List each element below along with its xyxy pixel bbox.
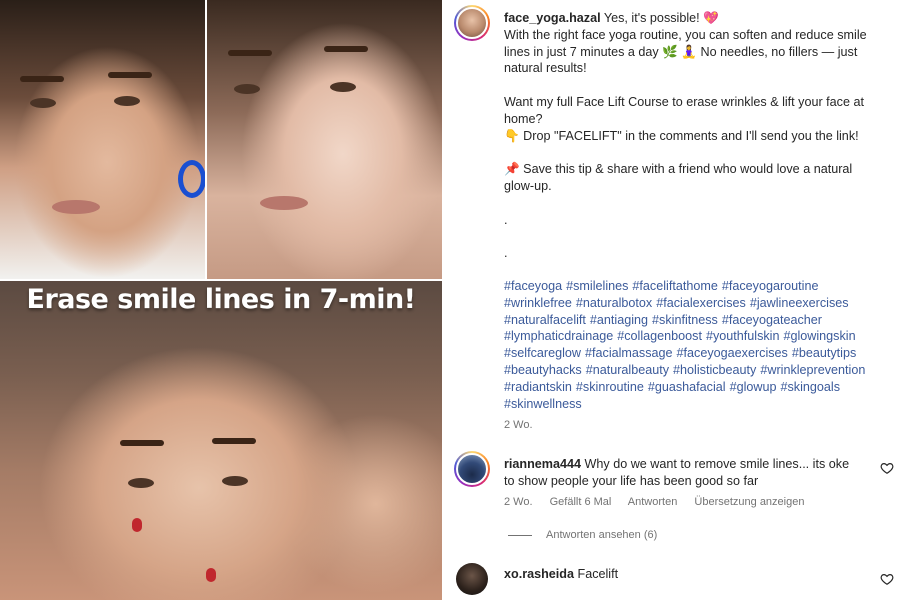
hashtag-link[interactable]: #faceliftathome xyxy=(632,279,717,293)
caption-line: 👇 Drop "FACELIFT" in the comments and I'… xyxy=(504,128,859,143)
hashtag-link[interactable]: #skinroutine xyxy=(576,380,644,394)
view-replies-label: Antworten ansehen (6) xyxy=(546,529,658,541)
hashtag-link[interactable]: #beautytips xyxy=(792,346,856,360)
hashtag-link[interactable]: #naturalbeauty xyxy=(586,363,669,377)
hashtag-link[interactable]: #antiaging xyxy=(590,313,648,327)
author-avatar[interactable] xyxy=(454,5,490,41)
nail-shape xyxy=(206,568,216,582)
overlay-title: Erase smile lines in 7-min! xyxy=(26,284,417,315)
photo-divider xyxy=(205,0,207,280)
eye-shape xyxy=(234,84,260,94)
caption-line: Want my full Face Lift Course to erase w… xyxy=(504,94,864,109)
post-caption: face_yoga.hazal Yes, it's possible! 💖 Wi… xyxy=(504,10,884,262)
hashtag-link[interactable]: #skinwellness xyxy=(504,397,582,411)
translate-button[interactable]: Übersetzung anzeigen xyxy=(694,496,804,508)
caption-gap xyxy=(504,144,884,161)
hashtag-link[interactable]: #facialexercises xyxy=(656,296,746,310)
comment-text: Why do we want to remove smile lines... … xyxy=(584,457,850,471)
hashtag-link[interactable]: #jawlineexercises xyxy=(750,296,849,310)
comment-actions: 2 Wo. Gefällt 6 Mal Antworten Übersetzun… xyxy=(504,496,818,508)
comment-line: xo.rasheida Facelift xyxy=(504,566,874,583)
eye-shape xyxy=(30,98,56,108)
reply-button[interactable]: Antworten xyxy=(628,496,678,508)
post-timestamp[interactable]: 2 Wo. xyxy=(504,419,533,431)
replies-rule xyxy=(508,534,532,536)
brow-shape xyxy=(324,46,368,52)
before-photo xyxy=(0,0,206,280)
eye-shape xyxy=(222,476,248,486)
brow-shape xyxy=(228,50,272,56)
caption-gap xyxy=(504,77,884,94)
post-media[interactable]: Erase smile lines in 7-min! xyxy=(0,0,442,600)
earring-shape xyxy=(178,160,206,198)
eye-shape xyxy=(128,478,154,488)
caption-line: lines in just 7 minutes a day 🌿 🧘‍♀️ No … xyxy=(504,44,858,59)
hashtag-link[interactable]: #faceyogaexercises xyxy=(677,346,788,360)
lips-shape xyxy=(52,200,100,214)
main-photo xyxy=(0,280,442,600)
eye-shape xyxy=(114,96,140,106)
hashtag-link[interactable]: #beautyhacks xyxy=(504,363,582,377)
photo-divider xyxy=(0,279,442,281)
commenter-avatar[interactable] xyxy=(456,563,488,595)
hashtag-link[interactable]: #naturalfacelift xyxy=(504,313,586,327)
brow-shape xyxy=(212,438,256,444)
caption-gap xyxy=(504,195,884,212)
caption-text: Yes, it's possible! 💖 xyxy=(603,11,719,25)
hashtag-link[interactable]: #guashafacial xyxy=(648,380,726,394)
commenter-username[interactable]: riannema444 xyxy=(504,457,581,471)
hashtag-link[interactable]: #skingoals xyxy=(781,380,841,394)
caption-gap xyxy=(504,228,884,245)
hashtag-link[interactable]: #smilelines xyxy=(566,279,628,293)
caption-line: home? xyxy=(504,111,543,126)
caption-line: face_yoga.hazal Yes, it's possible! 💖 xyxy=(504,10,884,27)
view-replies-button[interactable]: Antworten ansehen (6) xyxy=(508,529,657,541)
hashtag-link[interactable]: #lymphaticdrainage xyxy=(504,329,613,343)
caption-line: . xyxy=(504,212,508,227)
lips-shape xyxy=(260,196,308,210)
comment-body: xo.rasheida Facelift xyxy=(504,566,874,583)
hashtag-link[interactable]: #faceyoga xyxy=(504,279,562,293)
hashtag-link[interactable]: #glowup xyxy=(730,380,777,394)
caption-line: 📌 Save this tip & share with a friend wh… xyxy=(504,162,853,177)
hashtag-link[interactable]: #wrinklefree xyxy=(504,296,572,310)
comment-text: to show people your life has been good s… xyxy=(504,473,759,488)
caption-line: With the right face yoga routine, you ca… xyxy=(504,27,867,42)
brow-shape xyxy=(120,440,164,446)
eye-shape xyxy=(330,82,356,92)
caption-line: glow-up. xyxy=(504,178,552,193)
hashtag-link[interactable]: #selfcareglow xyxy=(504,346,581,360)
author-avatar-image xyxy=(456,7,488,39)
hashtag-link[interactable]: #radiantskin xyxy=(504,380,572,394)
comment-text: Facelift xyxy=(577,567,619,581)
hashtag-link[interactable]: #faceyogaroutine xyxy=(722,279,819,293)
commenter-avatar[interactable] xyxy=(454,451,490,487)
comment-timestamp[interactable]: 2 Wo. xyxy=(504,496,533,508)
comment-line: riannema444 Why do we want to remove smi… xyxy=(504,456,874,473)
hashtag-link[interactable]: #skinfitness xyxy=(652,313,718,327)
caption-line: . xyxy=(504,246,508,261)
heart-outline-icon[interactable] xyxy=(880,461,894,475)
hashtag-link[interactable]: #holisticbeauty xyxy=(673,363,756,377)
hashtag-link[interactable]: #youthfulskin xyxy=(706,329,780,343)
hashtag-link[interactable]: #faceyogateacher xyxy=(722,313,822,327)
comments-panel: face_yoga.hazal Yes, it's possible! 💖 Wi… xyxy=(442,0,900,600)
heart-outline-icon[interactable] xyxy=(880,572,894,586)
hashtag-link[interactable]: #facialmassage xyxy=(585,346,673,360)
comment-body: riannema444 Why do we want to remove smi… xyxy=(504,456,874,490)
caption-line: natural results! xyxy=(504,61,587,76)
hashtag-list: #faceyoga #smilelines #faceliftathome #face… xyxy=(504,278,894,412)
comment-like-count[interactable]: Gefällt 6 Mal xyxy=(550,496,612,508)
hashtag-link[interactable]: #collagenboost xyxy=(617,329,702,343)
commenter-username[interactable]: xo.rasheida xyxy=(504,567,574,581)
after-photo xyxy=(206,0,442,280)
nail-shape xyxy=(132,518,142,532)
hashtag-link[interactable]: #glowingskin xyxy=(783,329,855,343)
brow-shape xyxy=(20,76,64,82)
commenter-avatar-image xyxy=(456,453,488,485)
hashtag-link[interactable]: #wrinkleprevention xyxy=(760,363,865,377)
author-username[interactable]: face_yoga.hazal xyxy=(504,11,601,25)
brow-shape xyxy=(108,72,152,78)
hashtag-link[interactable]: #naturalbotox xyxy=(576,296,652,310)
